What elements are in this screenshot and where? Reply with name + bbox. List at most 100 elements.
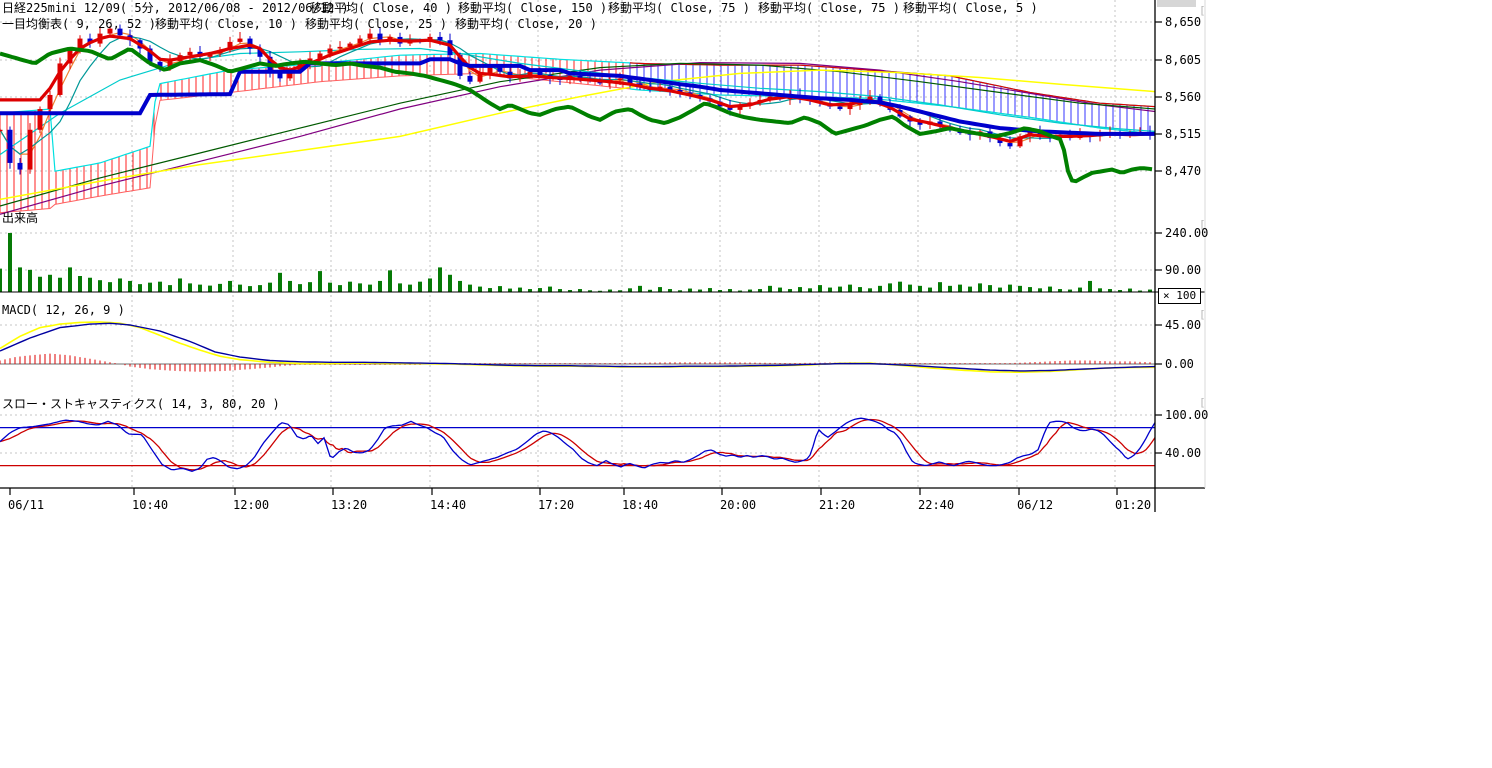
indicator-legend-item: 移動平均( Close, 75 ) [608, 1, 750, 15]
macd-signal-line [0, 322, 1155, 372]
indicator-legend-item: 移動平均( Close, 75 ) [758, 1, 900, 15]
volume-bar [688, 289, 692, 292]
volume-bar [1088, 281, 1092, 292]
volume-bar [88, 278, 92, 292]
chart-canvas [0, 0, 1240, 525]
price-axis-label: 100.00 [1165, 408, 1208, 422]
volume-bar [1078, 288, 1082, 292]
candle-body [338, 47, 343, 49]
candle-body [838, 107, 843, 109]
volume-bar [358, 283, 362, 292]
volume-bar [408, 285, 412, 292]
volume-bar [388, 270, 392, 292]
price-axis-label: 8,560 [1165, 90, 1201, 104]
price-axis-label: 90.00 [1165, 263, 1201, 277]
volume-bar [518, 288, 522, 292]
candle-body [0, 130, 3, 132]
volume-bar [198, 285, 202, 292]
price-axis-label: 8,470 [1165, 164, 1201, 178]
volume-bar [768, 286, 772, 292]
volume-bar [48, 275, 52, 292]
volume-bar [368, 285, 372, 292]
time-axis-label: 10:40 [132, 498, 168, 512]
candle-body [368, 34, 373, 39]
volume-bar [188, 283, 192, 292]
volume-bar [1018, 286, 1022, 292]
volume-bar [168, 285, 172, 292]
price-axis-label: 8,515 [1165, 127, 1201, 141]
price-axis-label: 240.00 [1165, 226, 1208, 240]
time-axis-label: 12:00 [233, 498, 269, 512]
volume-bar [938, 282, 942, 292]
volume-bar [8, 233, 12, 292]
candle-body [358, 39, 363, 44]
time-axis-label: 20:00 [720, 498, 756, 512]
volume-bar [818, 285, 822, 292]
price-axis-label: 0.00 [1165, 357, 1194, 371]
time-axis-label: 06/12 [1017, 498, 1053, 512]
volume-bar [78, 276, 82, 292]
macd-panel-label: MACD( 12, 26, 9 ) [2, 303, 125, 317]
volume-bar [248, 286, 252, 292]
window-edge-strip [1157, 0, 1196, 7]
indicator-legend-item: 一目均衡表( 9, 26, 52 ) [2, 17, 156, 31]
volume-bar [328, 283, 332, 292]
volume-bar [38, 277, 42, 292]
volume-bar [948, 286, 952, 292]
volume-bar [888, 283, 892, 292]
candle-body [328, 49, 333, 54]
cloud-bottom-border-right [630, 89, 1155, 134]
volume-bar [838, 287, 842, 292]
volume-bar [998, 288, 1002, 292]
volume-bar [798, 287, 802, 292]
price-axis-label: 8,605 [1165, 53, 1201, 67]
time-axis-label: 21:20 [819, 498, 855, 512]
price-axis-label: 40.00 [1165, 446, 1201, 460]
indicator-legend-item: 移動平均( Close, 10 ) [155, 17, 297, 31]
time-axis-label: 18:40 [622, 498, 658, 512]
time-axis-label: 14:40 [430, 498, 466, 512]
volume-bar [318, 271, 322, 292]
indicator-legend-item: 移動平均( Close, 25 ) [305, 17, 447, 31]
volume-bar [438, 267, 442, 292]
volume-bar [218, 284, 222, 292]
volume-bar [1008, 285, 1012, 292]
volume-bar [228, 281, 232, 292]
candle-body [28, 130, 33, 170]
time-axis-label: 06/11 [8, 498, 44, 512]
volume-bar [868, 288, 872, 292]
volume-bar [118, 278, 122, 292]
volume-bar [468, 285, 472, 292]
volume-bar [848, 285, 852, 292]
volume-bar [28, 270, 32, 292]
volume-bar [258, 285, 262, 292]
volume-bar [0, 269, 2, 292]
indicator-legend-item: 日経225mini 12/09( 5分, 2012/06/08 - 2012/0… [2, 1, 349, 15]
volume-bar [508, 289, 512, 292]
ma75-purple-line [0, 63, 1155, 215]
volume-bar [628, 288, 632, 292]
volume-bar [378, 281, 382, 292]
stoch-panel-label: スロー・ストキャスティクス( 14, 3, 80, 20 ) [2, 397, 280, 411]
volume-bar [58, 278, 62, 292]
volume-bar [418, 282, 422, 292]
volume-bar [978, 283, 982, 292]
volume-bar [268, 283, 272, 292]
time-axis-label: 17:20 [538, 498, 574, 512]
volume-bar [968, 287, 972, 292]
volume-bar [898, 282, 902, 292]
chikou-green-line [0, 49, 1152, 181]
time-axis-label: 22:40 [918, 498, 954, 512]
candle-body [618, 78, 623, 80]
time-axis-label: 01:20 [1115, 498, 1151, 512]
candle-body [1008, 143, 1013, 146]
indicator-legend-item: 移動平均( Close, 150 ) [458, 1, 607, 15]
volume-bar [928, 288, 932, 292]
volume-bar [208, 286, 212, 292]
candle-body [438, 37, 443, 40]
candle-body [238, 39, 243, 42]
indicator-legend-item: 移動平均( Close, 20 ) [455, 17, 597, 31]
candle-body [468, 76, 473, 82]
candle-body [278, 73, 283, 78]
volume-bar [548, 287, 552, 292]
